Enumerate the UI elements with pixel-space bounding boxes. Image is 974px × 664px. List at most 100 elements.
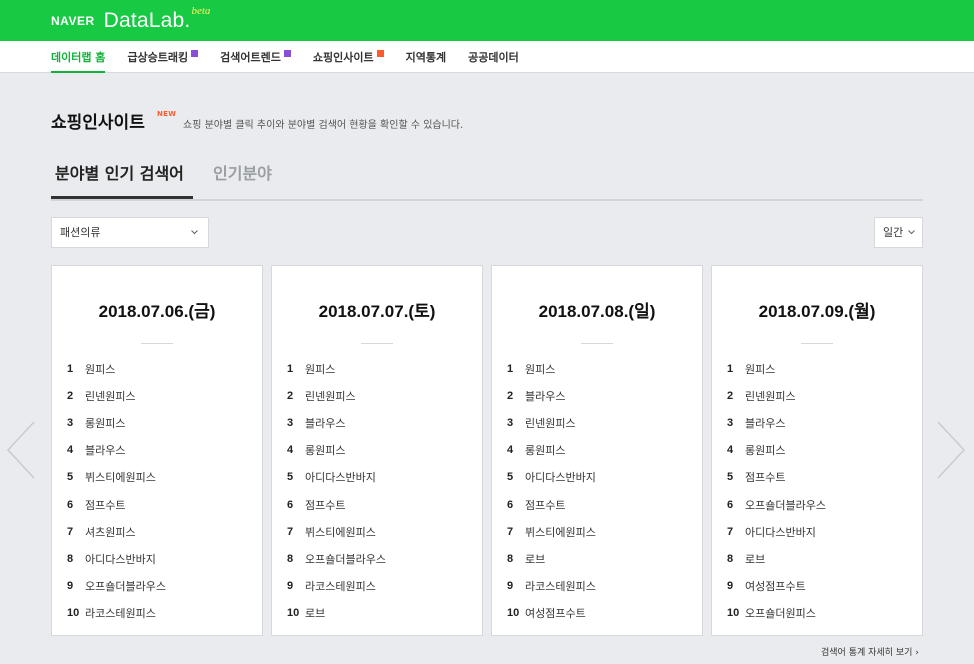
rank-term: 셔츠원피스: [85, 525, 136, 539]
rank-item[interactable]: 8 로브: [712, 545, 922, 572]
rank-item[interactable]: 6 점프수트: [52, 491, 262, 518]
rank-number: 9: [287, 580, 294, 593]
rank-term: 뷔스티에원피스: [305, 525, 376, 539]
rank-term: 점프수트: [85, 498, 126, 512]
rank-item[interactable]: 2 린넨원피스: [712, 382, 922, 409]
period-select[interactable]: 일간: [874, 217, 923, 248]
chevron-down-icon: [907, 218, 916, 260]
rank-item[interactable]: 4 블라우스: [52, 437, 262, 464]
rank-number: 4: [67, 444, 74, 457]
rank-item[interactable]: 5 뷔스티에원피스: [52, 464, 262, 491]
rank-item[interactable]: 4 롱원피스: [712, 437, 922, 464]
rank-number: 10: [67, 607, 80, 620]
rank-item[interactable]: 7 뷔스티에원피스: [272, 518, 482, 545]
rank-number: 5: [287, 471, 294, 484]
tab-popular-category[interactable]: 인기분야: [213, 158, 272, 199]
rank-item[interactable]: 4 롱원피스: [272, 437, 482, 464]
rank-number: 8: [287, 552, 294, 565]
rank-item[interactable]: 3 린넨원피스: [492, 409, 702, 436]
more-stats-link[interactable]: 검색어 통계 자세히 보기 ›: [821, 645, 919, 658]
rank-list: 1 원피스 2 블라우스 3 린넨원피스 4 롱원피스 5 아디다스반바지 6 점프수트 7 뷔스티에원피…: [492, 355, 702, 627]
category-select[interactable]: 패션의류: [51, 217, 209, 248]
rank-item[interactable]: 9 라코스테원피스: [492, 573, 702, 600]
rank-item[interactable]: 1 원피스: [492, 355, 702, 382]
rank-item[interactable]: 9 오프숄더블라우스: [52, 573, 262, 600]
rank-item[interactable]: 8 로브: [492, 545, 702, 572]
day-card: 2018.07.07.(토) 1 원피스 2 린넨원피스 3 블라우스 4 롱원피스 5 아디다스반…: [271, 265, 483, 636]
rank-number: 4: [727, 444, 734, 457]
rank-number: 4: [507, 444, 514, 457]
rank-number: 1: [67, 362, 74, 375]
rank-item[interactable]: 8 오프숄더블라우스: [272, 545, 482, 572]
rank-item[interactable]: 6 오프숄더블라우스: [712, 491, 922, 518]
next-arrow-button[interactable]: [936, 420, 966, 480]
rank-item[interactable]: 5 점프수트: [712, 464, 922, 491]
main-nav: 데이터랩 홈 급상승트래킹 검색어트렌드 쇼핑인사이트 지역통계 공공데이터: [0, 41, 974, 73]
rank-number: 8: [67, 552, 74, 565]
rank-item[interactable]: 2 블라우스: [492, 382, 702, 409]
rank-term: 린넨원피스: [745, 389, 796, 403]
rank-item[interactable]: 7 셔츠원피스: [52, 518, 262, 545]
rank-term: 블라우스: [85, 444, 126, 458]
rank-item[interactable]: 1 원피스: [52, 355, 262, 382]
rank-item[interactable]: 9 라코스테원피스: [272, 573, 482, 600]
rank-number: 4: [287, 444, 294, 457]
nav-item-shopping-insight[interactable]: 쇼핑인사이트: [313, 41, 384, 72]
rank-item[interactable]: 6 점프수트: [492, 491, 702, 518]
rank-item[interactable]: 10 라코스테원피스: [52, 600, 262, 627]
rank-term: 오프숄더블라우스: [745, 498, 826, 512]
card-divider: [361, 343, 393, 344]
rank-term: 아디다스반바지: [745, 525, 816, 539]
rank-item[interactable]: 2 린넨원피스: [52, 382, 262, 409]
prev-arrow-button[interactable]: [6, 420, 36, 480]
rank-item[interactable]: 9 여성점프수트: [712, 573, 922, 600]
rank-item[interactable]: 3 롱원피스: [52, 409, 262, 436]
rank-term: 로브: [305, 607, 326, 621]
rank-item[interactable]: 4 롱원피스: [492, 437, 702, 464]
naver-logo[interactable]: NAVER: [51, 14, 95, 28]
rank-number: 1: [727, 362, 734, 375]
rank-term: 점프수트: [305, 498, 346, 512]
rank-term: 린넨원피스: [85, 389, 136, 403]
rank-item[interactable]: 7 아디다스반바지: [712, 518, 922, 545]
new-tag: NEW: [157, 110, 177, 118]
rank-number: 6: [287, 498, 294, 511]
rank-number: 3: [727, 416, 734, 429]
rank-item[interactable]: 2 린넨원피스: [272, 382, 482, 409]
rank-term: 로브: [525, 552, 546, 566]
nav-item-trending[interactable]: 급상승트래킹: [127, 41, 199, 72]
card-date: 2018.07.06.(금): [98, 302, 216, 321]
rank-item[interactable]: 6 점프수트: [272, 491, 482, 518]
rank-item[interactable]: 3 블라우스: [712, 409, 922, 436]
rank-term: 점프수트: [745, 471, 786, 485]
rank-term: 원피스: [525, 362, 556, 376]
rank-item[interactable]: 10 오프숄더원피스: [712, 600, 922, 627]
nav-item-region-stats[interactable]: 지역통계: [406, 41, 446, 72]
rank-item[interactable]: 10 로브: [272, 600, 482, 627]
rank-number: 1: [507, 362, 514, 375]
rank-term: 여성점프수트: [745, 580, 806, 594]
rank-item[interactable]: 7 뷔스티에원피스: [492, 518, 702, 545]
rank-item[interactable]: 10 여성점프수트: [492, 600, 702, 627]
rank-term: 뷔스티에원피스: [525, 525, 596, 539]
rank-term: 오프숄더원피스: [745, 607, 816, 621]
nav-item-search-trend[interactable]: 검색어트렌드: [220, 41, 291, 72]
rank-item[interactable]: 8 아디다스반바지: [52, 545, 262, 572]
rank-number: 3: [287, 416, 294, 429]
rank-item[interactable]: 3 블라우스: [272, 409, 482, 436]
nav-item-public-data[interactable]: 공공데이터: [468, 41, 519, 72]
rank-term: 로브: [745, 552, 766, 566]
datalab-logo[interactable]: DataLab.: [104, 9, 191, 33]
rank-item[interactable]: 1 원피스: [712, 355, 922, 382]
rank-item[interactable]: 5 아디다스반바지: [492, 464, 702, 491]
rank-item[interactable]: 5 아디다스반바지: [272, 464, 482, 491]
rank-term: 블라우스: [525, 389, 566, 403]
rank-term: 여성점프수트: [525, 607, 586, 621]
rank-number: 5: [507, 471, 514, 484]
rank-list: 1 원피스 2 린넨원피스 3 블라우스 4 롱원피스 5 점프수트 6 오프숄더블라우스 7 아디다스반…: [712, 355, 922, 627]
rank-item[interactable]: 1 원피스: [272, 355, 482, 382]
card-divider: [581, 343, 613, 344]
rank-term: 린넨원피스: [305, 389, 356, 403]
tab-category-keywords[interactable]: 분야별 인기 검색어: [51, 158, 193, 199]
nav-item-datalab-home[interactable]: 데이터랩 홈: [51, 41, 106, 73]
